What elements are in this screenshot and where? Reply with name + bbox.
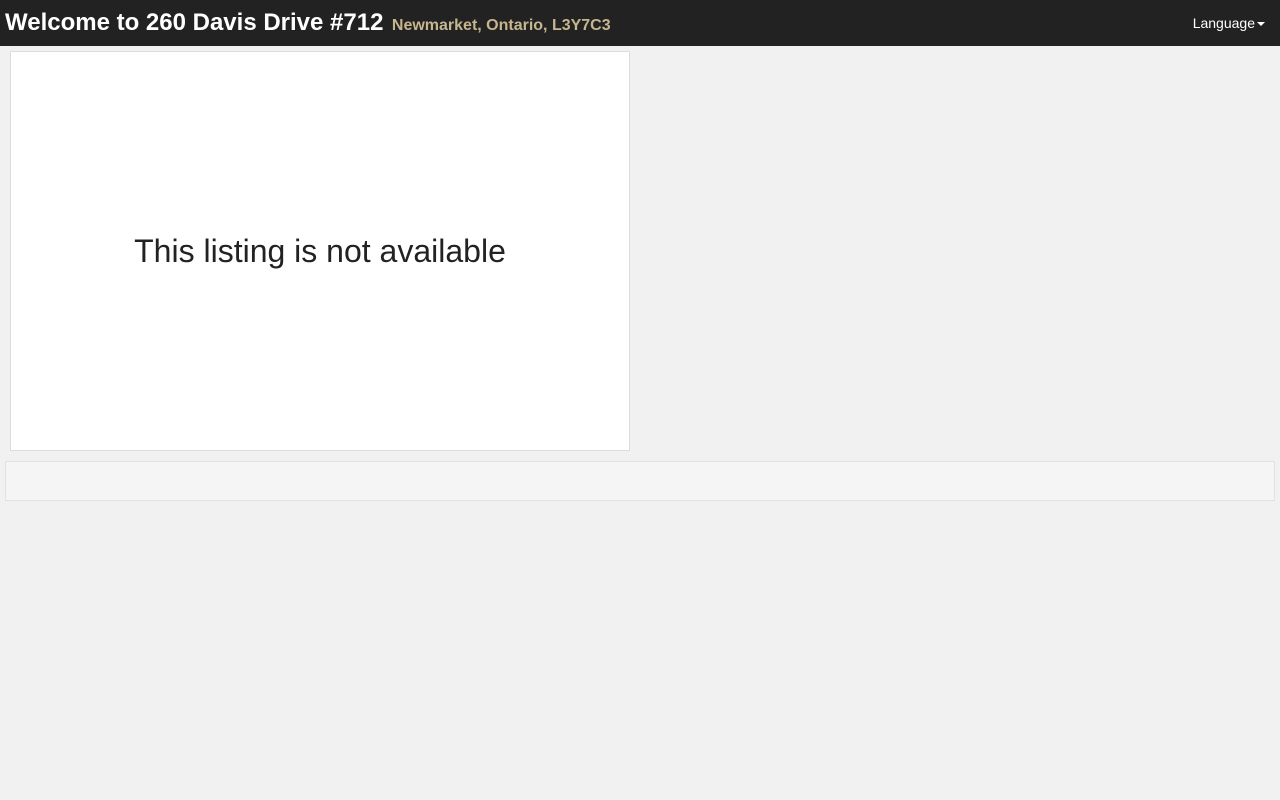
listing-panel: This listing is not available [10, 51, 630, 451]
language-label: Language [1192, 15, 1255, 31]
page-title: Welcome to 260 Davis Drive #712 Newmarke… [5, 8, 611, 41]
caret-down-icon [1257, 21, 1265, 26]
property-address: Newmarket, Ontario, L3Y7C3 [391, 17, 611, 34]
property-title: Welcome to 260 Davis Drive #712 [5, 9, 384, 36]
listing-unavailable-message: This listing is not available [134, 232, 506, 269]
top-navbar: Welcome to 260 Davis Drive #712 Newmarke… [0, 0, 1280, 46]
empty-details-panel [5, 461, 1275, 501]
language-dropdown[interactable]: Language [1193, 14, 1265, 32]
